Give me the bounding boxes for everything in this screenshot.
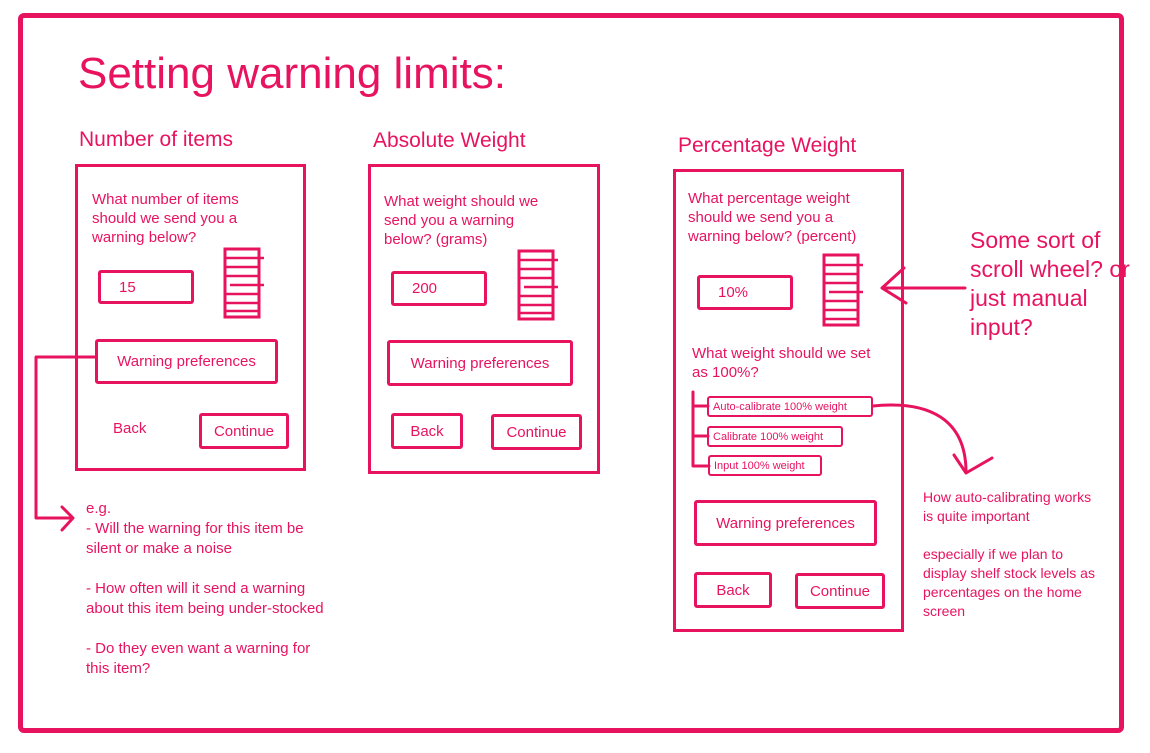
options-bracket [691, 390, 711, 468]
auto-calibrate-arrow-line [871, 403, 968, 472]
scroll-note-arrowhead [880, 266, 908, 305]
preferences-connector-line [34, 355, 97, 520]
connector-arrows [34, 266, 994, 532]
auto-calibrate-arrowhead [952, 453, 994, 475]
